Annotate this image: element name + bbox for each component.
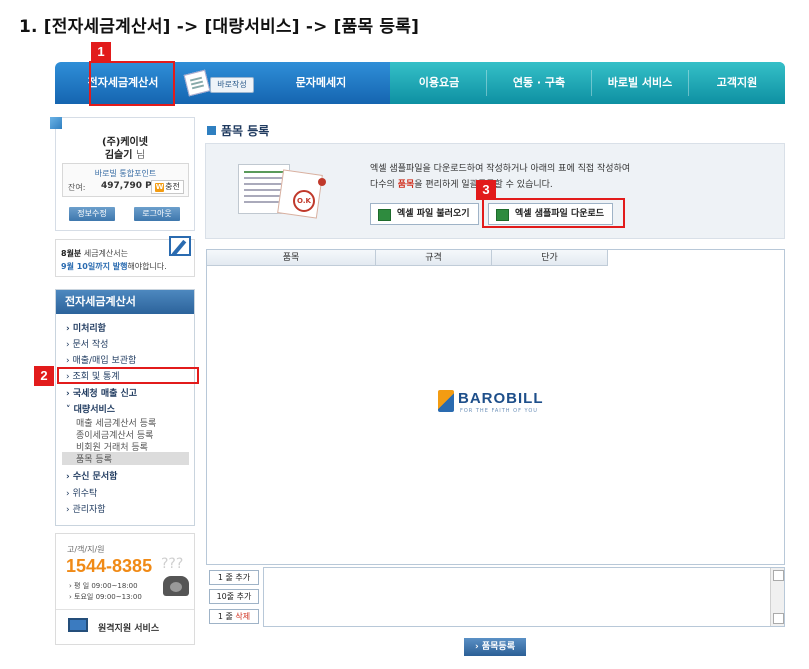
sidebar-item-bulk-service[interactable]: ˅ 대량서비스 [66,402,115,415]
remote-support-link[interactable]: 원격지원 서비스 [98,621,159,634]
annotation-box-3 [482,198,625,228]
notice-line-2: 9월 10일까지 발행해야합니다. [61,261,167,272]
sidebar-item-unprocessed[interactable]: › 미처리함 [66,321,106,334]
point-title[interactable]: 바로빌 통합포인트 [63,168,188,179]
annotation-label-3: 3 [476,180,496,200]
call-label: 고/객/지/원 [67,545,105,554]
corner-decoration [50,117,62,129]
annotation-box-1 [89,61,175,106]
sidebar-item-nts-report[interactable]: › 국세청 매출 신고 [66,386,137,399]
barobill-logo: BAROBILL FOR THE FAITH OF YOU [438,388,558,418]
delete-1-row-button[interactable]: 1 줄 삭제 [209,609,259,624]
edit-info-button[interactable]: 정보수정 [69,207,115,221]
col-price: 단가 [492,250,608,266]
user-name-line: 김슬기 님 [56,146,194,161]
sidebar-item-consignment[interactable]: › 위수탁 [66,486,97,499]
sidebar-sub-item-register[interactable]: 품목 등록 [62,452,189,465]
charge-label: 충전 [165,182,180,191]
deadline-notice: 8월분 세금계산서는 9월 10일까지 발행해야합니다. [55,236,195,277]
won-icon: W [155,183,165,192]
logout-button[interactable]: 로그아웃 [134,207,180,221]
call-number: 1544-8385 [66,556,153,576]
divider [56,609,194,610]
annotation-label-2: 2 [34,366,54,386]
scrollbar[interactable] [770,568,784,626]
instruction-heading: 1. [전자세금계산서] -> [대량서비스] -> [품목 등록] [19,17,420,37]
point-box: 바로빌 통합포인트 잔여: 497,790 P W 충전 [62,163,189,197]
sidebar-menu: 전자세금계산서 › 미처리함 › 문서 작성 › 매출/매입 보관함 › 조회 … [55,289,195,526]
barobill-logo-text: BAROBILL [458,390,544,407]
sidebar-item-inbox[interactable]: › 수신 문서함 [66,469,117,482]
stamp-handle-icon [318,178,326,186]
bullet-icon [207,126,216,135]
hours-weekday: › 평 일 09:00~18:00 [69,582,138,590]
annotation-box-2 [57,367,199,384]
ok-stamp-icon: O.K [293,190,315,212]
info-text-line-2: 다수의 품목을 편리하게 일괄등록할 수 있습니다. [370,177,553,190]
annotation-label-1: 1 [91,42,111,62]
phone-icon [163,576,189,596]
item-grid[interactable]: 품목 규격 단가 BAROBILL FOR THE FAITH OF YOU [206,249,785,565]
delete-prefix: 1 줄 [217,612,236,621]
notice-text-2: 해야합니다. [127,262,167,271]
nav-quick-write-badge[interactable]: 바로작성 [210,77,254,93]
document-stamp-illustration: O.K [238,160,326,222]
register-items-button[interactable]: › 품목등록 [464,638,526,656]
sidebar-item-archive[interactable]: › 매출/매입 보관함 [66,353,136,366]
notice-line-1: 8월분 세금계산서는 [61,248,128,259]
grid-header: 품목 규격 단가 [207,250,608,266]
customer-center-panel: 고/객/지/원 1544-8385 ??? › 평 일 09:00~18:00 … [55,533,195,645]
user-honorific: 님 [135,150,146,161]
nav-barobill-service[interactable]: 바로빌 서비스 [592,62,688,104]
barobill-logo-mark [438,390,454,412]
user-name: 김슬기 [104,150,133,161]
info-text-a: 다수의 [370,180,398,190]
monitor-icon [68,618,88,632]
charge-button[interactable]: W 충전 [151,180,184,194]
memo-textarea[interactable] [263,567,785,627]
question-marks: ??? [161,556,184,572]
balance-value: 497,790 P [101,181,152,191]
nav-integration[interactable]: 연동 · 구축 [487,62,591,104]
info-text-highlight: 품목 [397,180,415,190]
col-item: 품목 [207,250,376,266]
nav-pricing[interactable]: 이용요금 [392,62,486,104]
sidebar-item-admin[interactable]: › 관리자함 [66,502,106,515]
notice-month: 8월분 [61,249,82,258]
hours-saturday: › 토요일 09:00~13:00 [69,593,142,601]
balance-label: 잔여: [68,183,86,192]
pencil-icon [169,236,191,256]
info-text-line-1: 엑셀 샘플파일을 다운로드하여 작성하거나 아래의 표에 직접 작성하여 [370,164,631,174]
nav-support[interactable]: 고객지원 [689,62,785,104]
col-spec: 규격 [376,250,492,266]
excel-import-button[interactable]: 엑셀 파일 불러오기 [370,203,479,225]
sidebar-title: 전자세금계산서 [56,290,194,314]
barobill-logo-tagline: FOR THE FAITH OF YOU [460,408,538,414]
notice-deadline: 9월 10일까지 발행 [61,262,128,271]
document-icon [183,69,211,97]
nav-sms[interactable]: 문자메세지 [273,62,369,104]
page-title: 품목 등록 [207,122,269,139]
user-info-panel: (주)케이넷 김슬기 님 바로빌 통합포인트 잔여: 497,790 P W 충전… [50,117,195,231]
page-title-text: 품목 등록 [221,124,270,138]
sidebar-item-write[interactable]: › 문서 작성 [66,337,108,350]
add-1-row-button[interactable]: 1 줄 추가 [209,570,259,585]
add-10-rows-button[interactable]: 10줄 추가 [209,589,259,604]
delete-label: 삭제 [235,612,251,621]
notice-text-1: 세금계산서는 [81,249,128,258]
